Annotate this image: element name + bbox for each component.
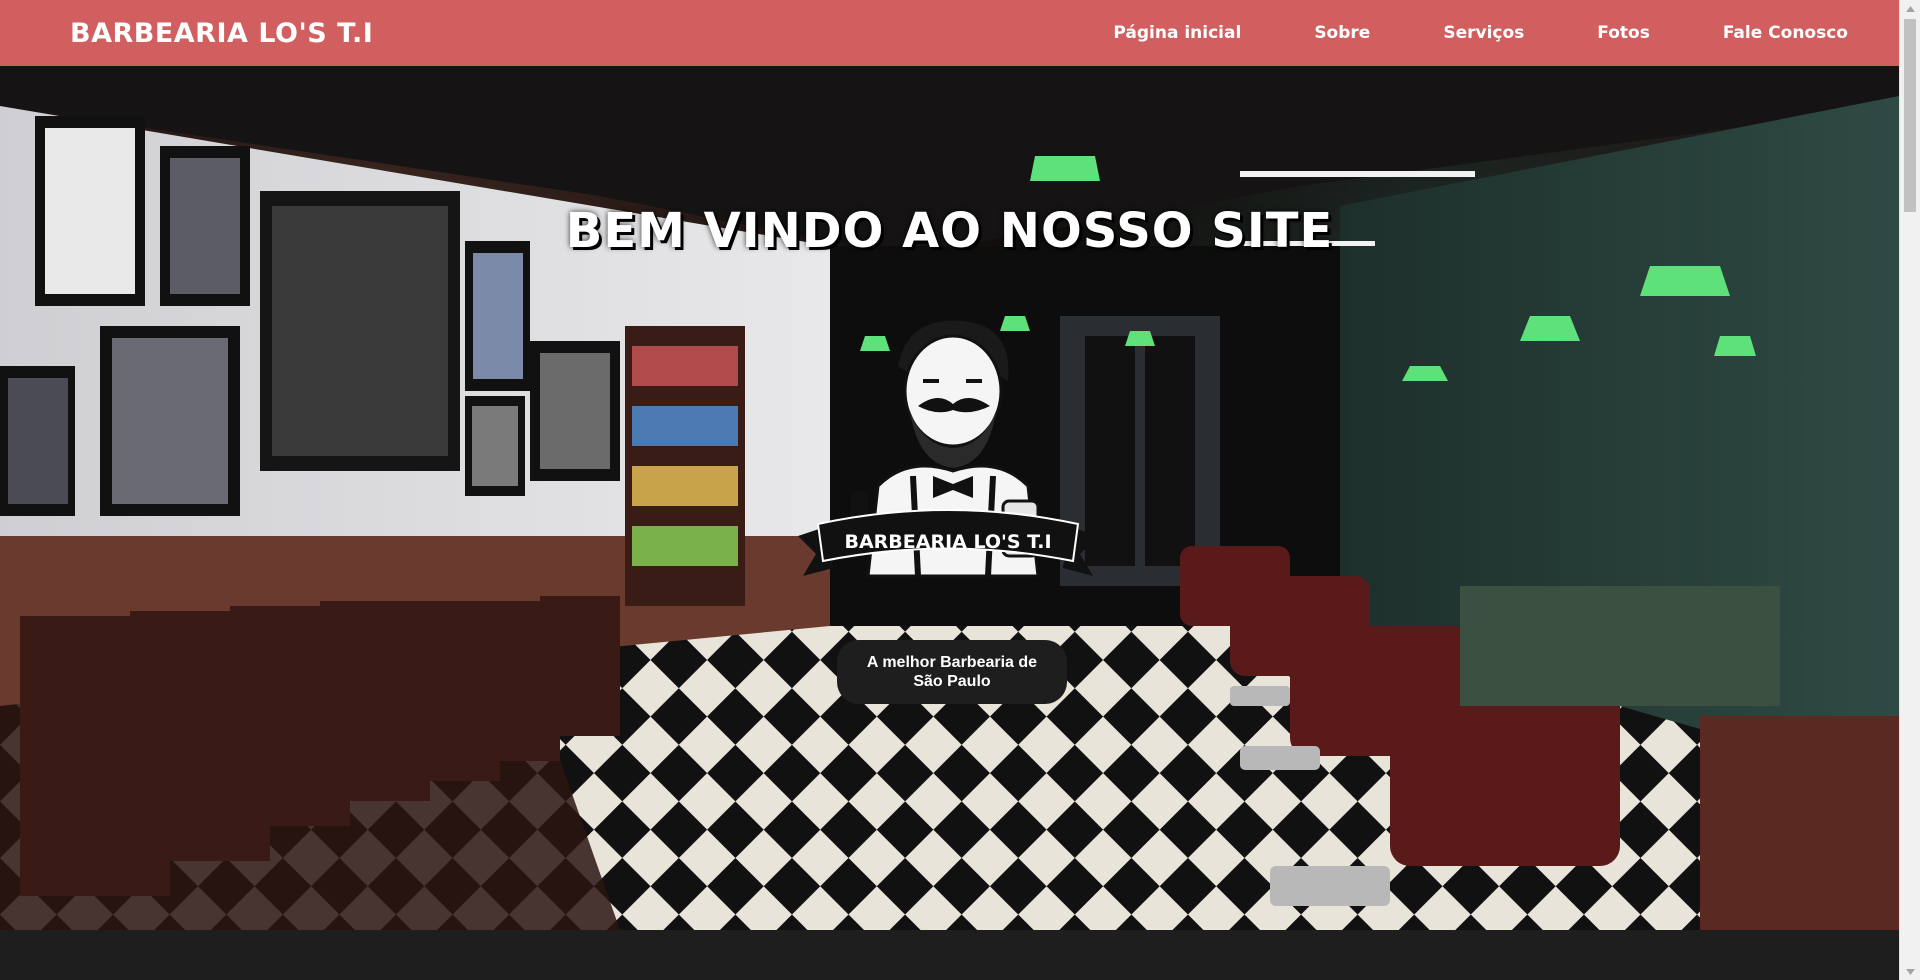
- nav-link-home[interactable]: Página inicial: [1113, 23, 1241, 43]
- brand-link[interactable]: BARBEARIA LO'S T.I: [70, 18, 373, 49]
- hero-title: BEM VINDO AO NOSSO SITE: [565, 203, 1334, 259]
- triangle-down-icon[interactable]: [1900, 963, 1920, 980]
- nav-link-services[interactable]: Serviços: [1443, 23, 1524, 43]
- scrollbar-thumb[interactable]: [1904, 19, 1916, 212]
- triangle-up-icon[interactable]: [1900, 0, 1920, 17]
- footer-section: [0, 930, 1899, 980]
- tagline-badge: A melhor Barbearia de São Paulo: [837, 640, 1067, 704]
- svg-text:BARBEARIA LO'S T.I: BARBEARIA LO'S T.I: [844, 531, 1051, 553]
- nav-link-about[interactable]: Sobre: [1314, 23, 1370, 43]
- vertical-scrollbar[interactable]: [1899, 0, 1920, 980]
- navbar: BARBEARIA LO'S T.I Página inicial Sobre …: [0, 0, 1899, 66]
- hero-section: BEM VINDO AO NOSSO SITE BARBEARIA LO'S T…: [0, 66, 1899, 930]
- nav-link-photos[interactable]: Fotos: [1597, 23, 1650, 43]
- nav-link-contact[interactable]: Fale Conosco: [1723, 23, 1848, 43]
- barber-mascot-icon: BARBEARIA LO'S T.I: [798, 320, 1098, 578]
- nav-menu: Página inicial Sobre Serviços Fotos Fale…: [1113, 23, 1848, 43]
